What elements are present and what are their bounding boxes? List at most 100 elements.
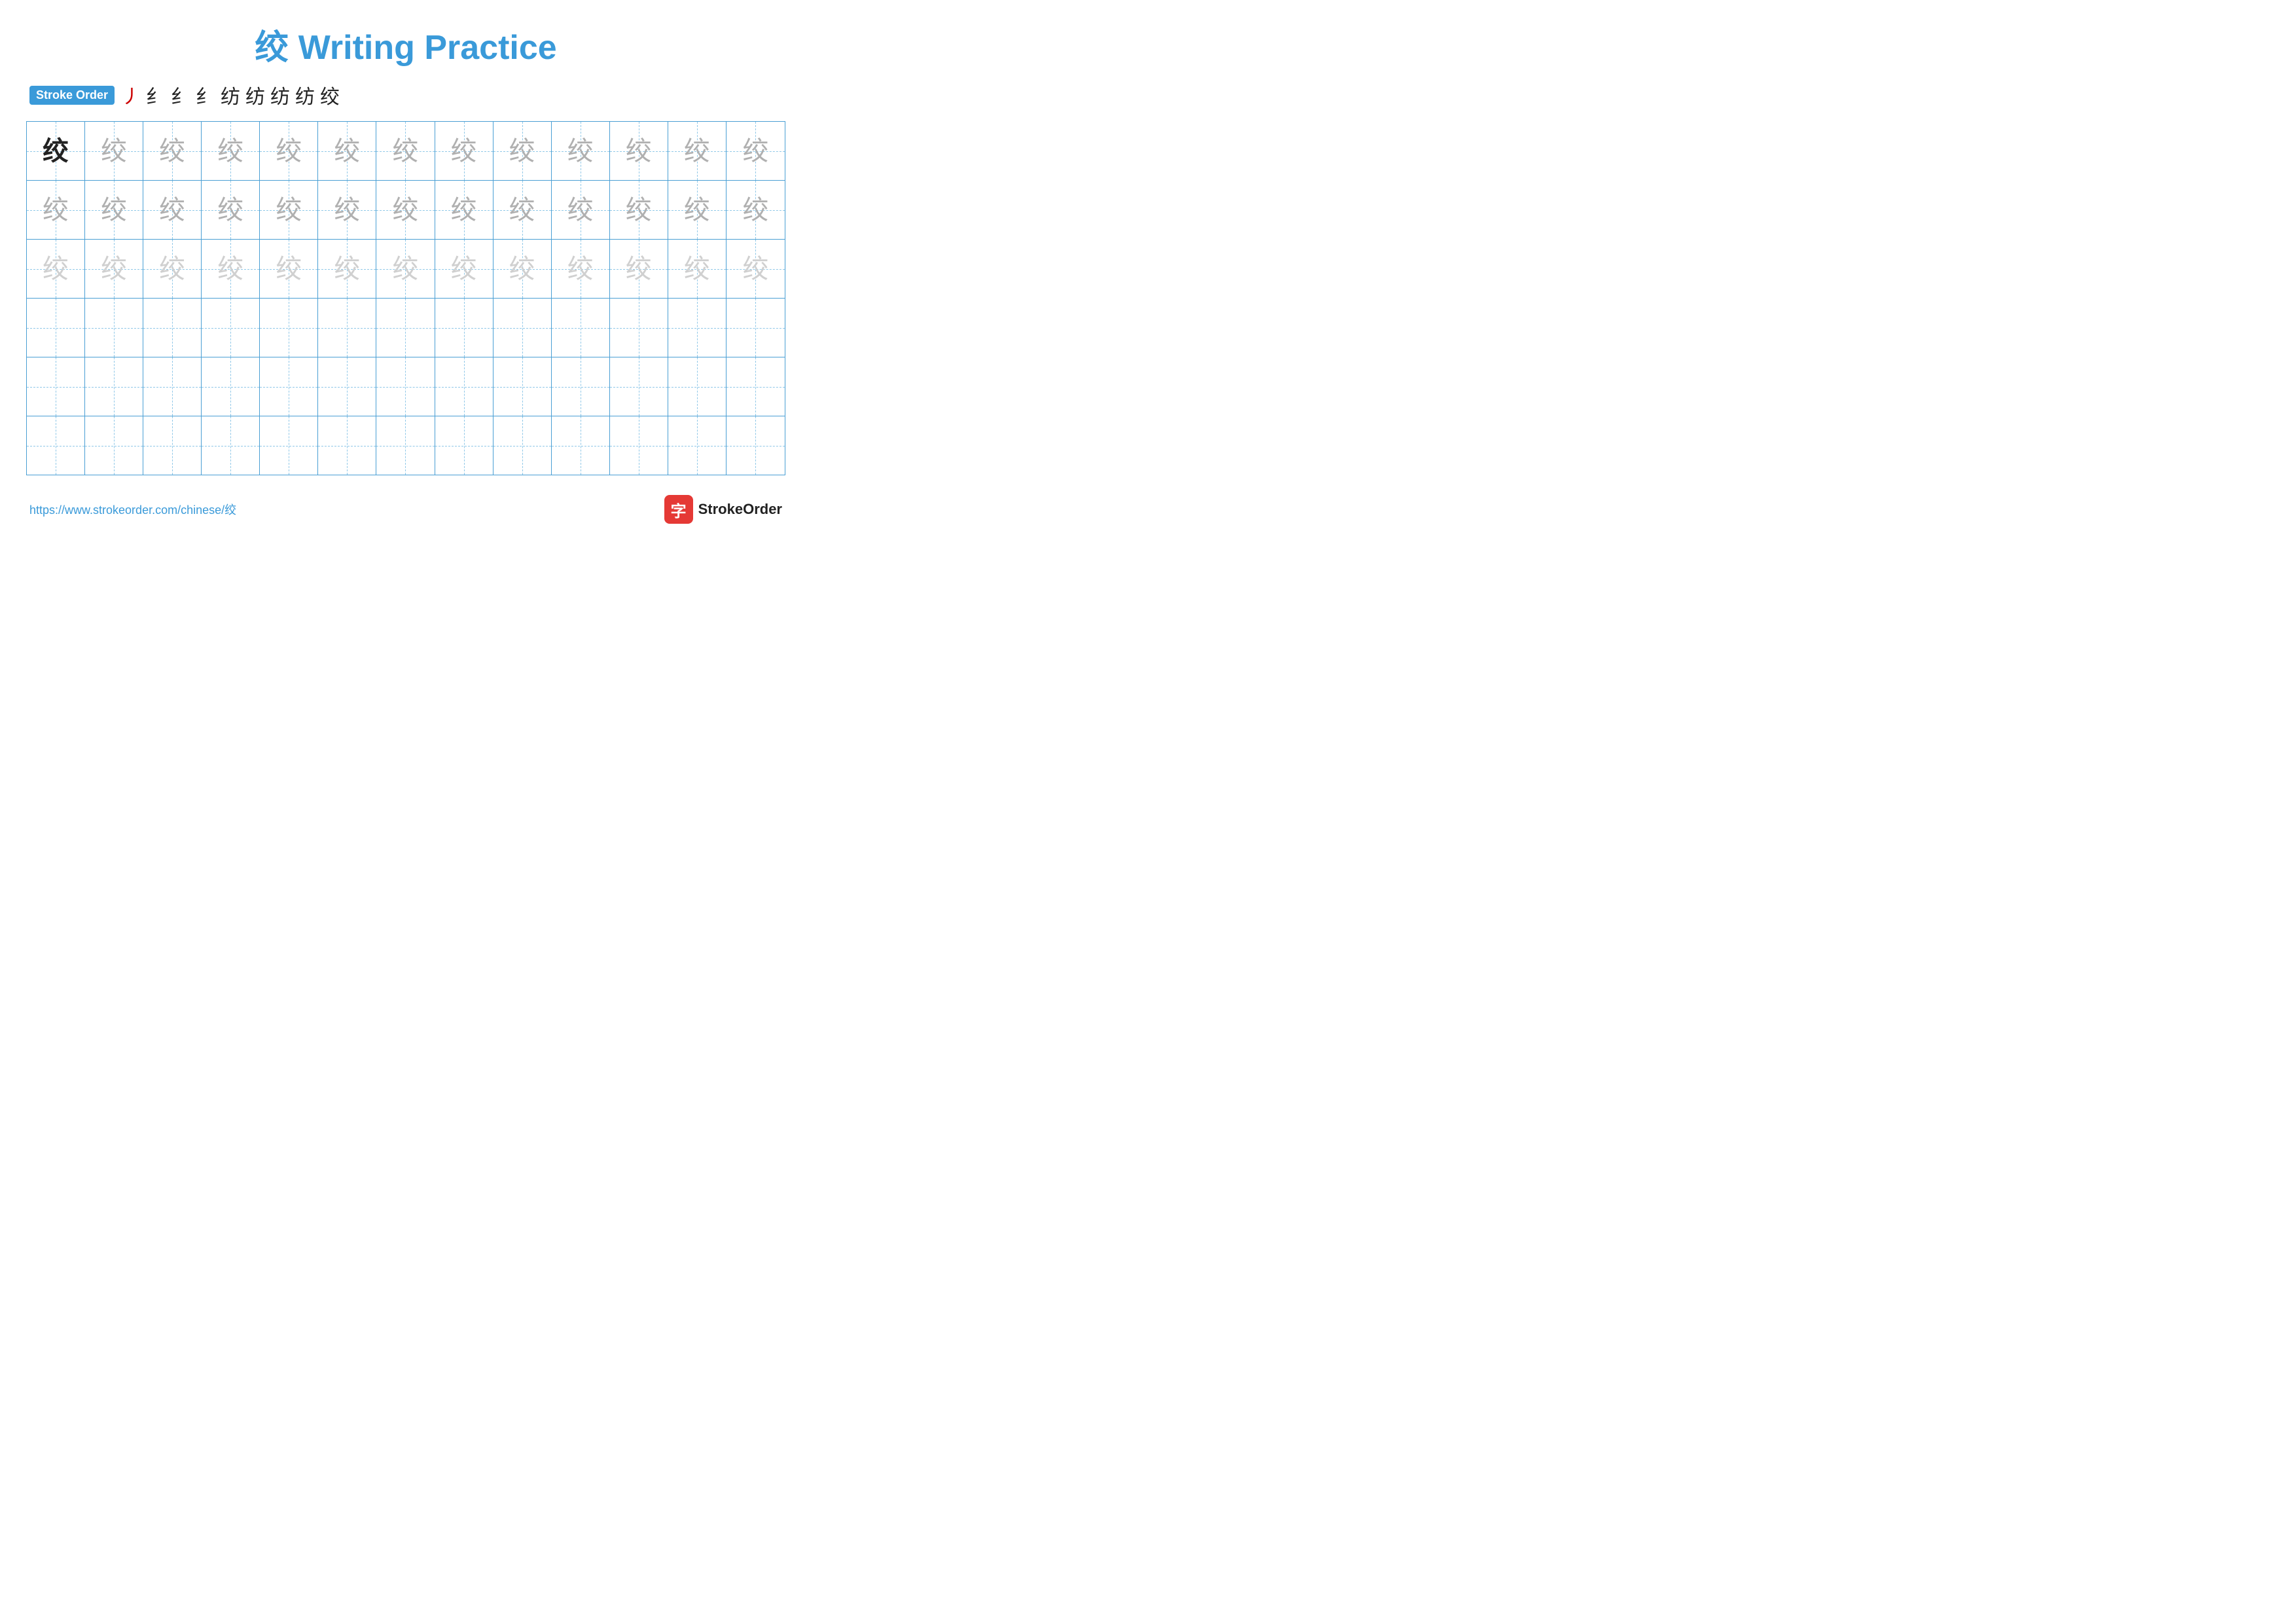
grid-row-2: 绞 绞 绞 绞 绞 绞 绞 绞 绞 绞 绞 绞 绞 <box>27 181 785 240</box>
grid-row-1: 绞 绞 绞 绞 绞 绞 绞 绞 绞 绞 绞 绞 绞 <box>27 122 785 181</box>
char-guide: 绞 <box>43 256 69 282</box>
grid-cell-1-8[interactable]: 绞 <box>435 122 493 180</box>
grid-cell-6-11[interactable] <box>610 416 668 475</box>
grid-cell-5-10[interactable] <box>552 357 610 416</box>
grid-cell-3-1[interactable]: 绞 <box>27 240 85 298</box>
grid-cell-3-12[interactable]: 绞 <box>668 240 726 298</box>
grid-cell-2-13[interactable]: 绞 <box>726 181 785 239</box>
char-guide: 绞 <box>101 138 127 164</box>
grid-cell-5-12[interactable] <box>668 357 726 416</box>
grid-cell-5-5[interactable] <box>260 357 318 416</box>
grid-cell-6-7[interactable] <box>376 416 435 475</box>
grid-cell-3-3[interactable]: 绞 <box>143 240 202 298</box>
grid-cell-4-7[interactable] <box>376 299 435 357</box>
grid-cell-3-7[interactable]: 绞 <box>376 240 435 298</box>
char-guide: 绞 <box>626 197 652 223</box>
grid-cell-5-1[interactable] <box>27 357 85 416</box>
grid-cell-4-3[interactable] <box>143 299 202 357</box>
char-guide: 绞 <box>392 197 418 223</box>
grid-cell-4-4[interactable] <box>202 299 260 357</box>
grid-cell-1-5[interactable]: 绞 <box>260 122 318 180</box>
grid-cell-4-11[interactable] <box>610 299 668 357</box>
grid-cell-1-4[interactable]: 绞 <box>202 122 260 180</box>
grid-cell-2-9[interactable]: 绞 <box>493 181 552 239</box>
char-guide: 绞 <box>217 256 243 282</box>
grid-cell-1-9[interactable]: 绞 <box>493 122 552 180</box>
char-guide: 绞 <box>159 197 185 223</box>
grid-cell-1-13[interactable]: 绞 <box>726 122 785 180</box>
grid-cell-4-5[interactable] <box>260 299 318 357</box>
grid-cell-3-13[interactable]: 绞 <box>726 240 785 298</box>
grid-cell-6-5[interactable] <box>260 416 318 475</box>
grid-cell-5-13[interactable] <box>726 357 785 416</box>
grid-cell-1-2[interactable]: 绞 <box>85 122 143 180</box>
footer-url[interactable]: https://www.strokeorder.com/chinese/绞 <box>29 501 236 518</box>
grid-cell-3-11[interactable]: 绞 <box>610 240 668 298</box>
grid-cell-5-11[interactable] <box>610 357 668 416</box>
grid-cell-2-10[interactable]: 绞 <box>552 181 610 239</box>
char-guide: 绞 <box>742 197 768 223</box>
grid-cell-2-3[interactable]: 绞 <box>143 181 202 239</box>
char-guide: 绞 <box>392 256 418 282</box>
char-guide: 绞 <box>334 138 360 164</box>
grid-cell-3-10[interactable]: 绞 <box>552 240 610 298</box>
grid-cell-1-10[interactable]: 绞 <box>552 122 610 180</box>
grid-row-3: 绞 绞 绞 绞 绞 绞 绞 绞 绞 绞 绞 绞 绞 <box>27 240 785 299</box>
grid-cell-4-1[interactable] <box>27 299 85 357</box>
grid-cell-4-12[interactable] <box>668 299 726 357</box>
grid-cell-5-8[interactable] <box>435 357 493 416</box>
grid-cell-5-7[interactable] <box>376 357 435 416</box>
grid-cell-6-3[interactable] <box>143 416 202 475</box>
grid-cell-1-7[interactable]: 绞 <box>376 122 435 180</box>
grid-cell-6-12[interactable] <box>668 416 726 475</box>
grid-cell-5-2[interactable] <box>85 357 143 416</box>
grid-cell-6-13[interactable] <box>726 416 785 475</box>
grid-cell-5-3[interactable] <box>143 357 202 416</box>
grid-cell-5-9[interactable] <box>493 357 552 416</box>
char-guide: 绞 <box>101 256 127 282</box>
grid-cell-2-2[interactable]: 绞 <box>85 181 143 239</box>
grid-cell-3-4[interactable]: 绞 <box>202 240 260 298</box>
grid-cell-3-2[interactable]: 绞 <box>85 240 143 298</box>
grid-cell-6-1[interactable] <box>27 416 85 475</box>
grid-cell-6-6[interactable] <box>318 416 376 475</box>
grid-cell-2-12[interactable]: 绞 <box>668 181 726 239</box>
grid-cell-2-4[interactable]: 绞 <box>202 181 260 239</box>
brand-logo: 字 <box>664 495 693 524</box>
grid-cell-6-8[interactable] <box>435 416 493 475</box>
grid-cell-3-9[interactable]: 绞 <box>493 240 552 298</box>
grid-cell-4-13[interactable] <box>726 299 785 357</box>
grid-cell-6-4[interactable] <box>202 416 260 475</box>
char-guide: 绞 <box>742 256 768 282</box>
grid-cell-1-1[interactable]: 绞 <box>27 122 85 180</box>
grid-cell-6-9[interactable] <box>493 416 552 475</box>
grid-cell-2-5[interactable]: 绞 <box>260 181 318 239</box>
grid-cell-3-5[interactable]: 绞 <box>260 240 318 298</box>
grid-cell-5-6[interactable] <box>318 357 376 416</box>
grid-cell-1-11[interactable]: 绞 <box>610 122 668 180</box>
grid-cell-4-6[interactable] <box>318 299 376 357</box>
grid-cell-3-6[interactable]: 绞 <box>318 240 376 298</box>
grid-cell-1-12[interactable]: 绞 <box>668 122 726 180</box>
char-guide: 绞 <box>217 138 243 164</box>
grid-cell-4-2[interactable] <box>85 299 143 357</box>
grid-cell-3-8[interactable]: 绞 <box>435 240 493 298</box>
grid-row-6 <box>27 416 785 475</box>
grid-cell-1-6[interactable]: 绞 <box>318 122 376 180</box>
grid-cell-2-6[interactable]: 绞 <box>318 181 376 239</box>
grid-cell-4-9[interactable] <box>493 299 552 357</box>
grid-cell-2-7[interactable]: 绞 <box>376 181 435 239</box>
grid-cell-5-4[interactable] <box>202 357 260 416</box>
grid-cell-2-8[interactable]: 绞 <box>435 181 493 239</box>
char-guide: 绞 <box>276 256 302 282</box>
grid-cell-2-1[interactable]: 绞 <box>27 181 85 239</box>
grid-cell-6-2[interactable] <box>85 416 143 475</box>
char-guide: 绞 <box>509 256 535 282</box>
grid-cell-2-11[interactable]: 绞 <box>610 181 668 239</box>
char-guide: 绞 <box>276 138 302 164</box>
grid-cell-1-3[interactable]: 绞 <box>143 122 202 180</box>
grid-cell-4-8[interactable] <box>435 299 493 357</box>
grid-cell-6-10[interactable] <box>552 416 610 475</box>
char-guide: 绞 <box>509 138 535 164</box>
grid-cell-4-10[interactable] <box>552 299 610 357</box>
